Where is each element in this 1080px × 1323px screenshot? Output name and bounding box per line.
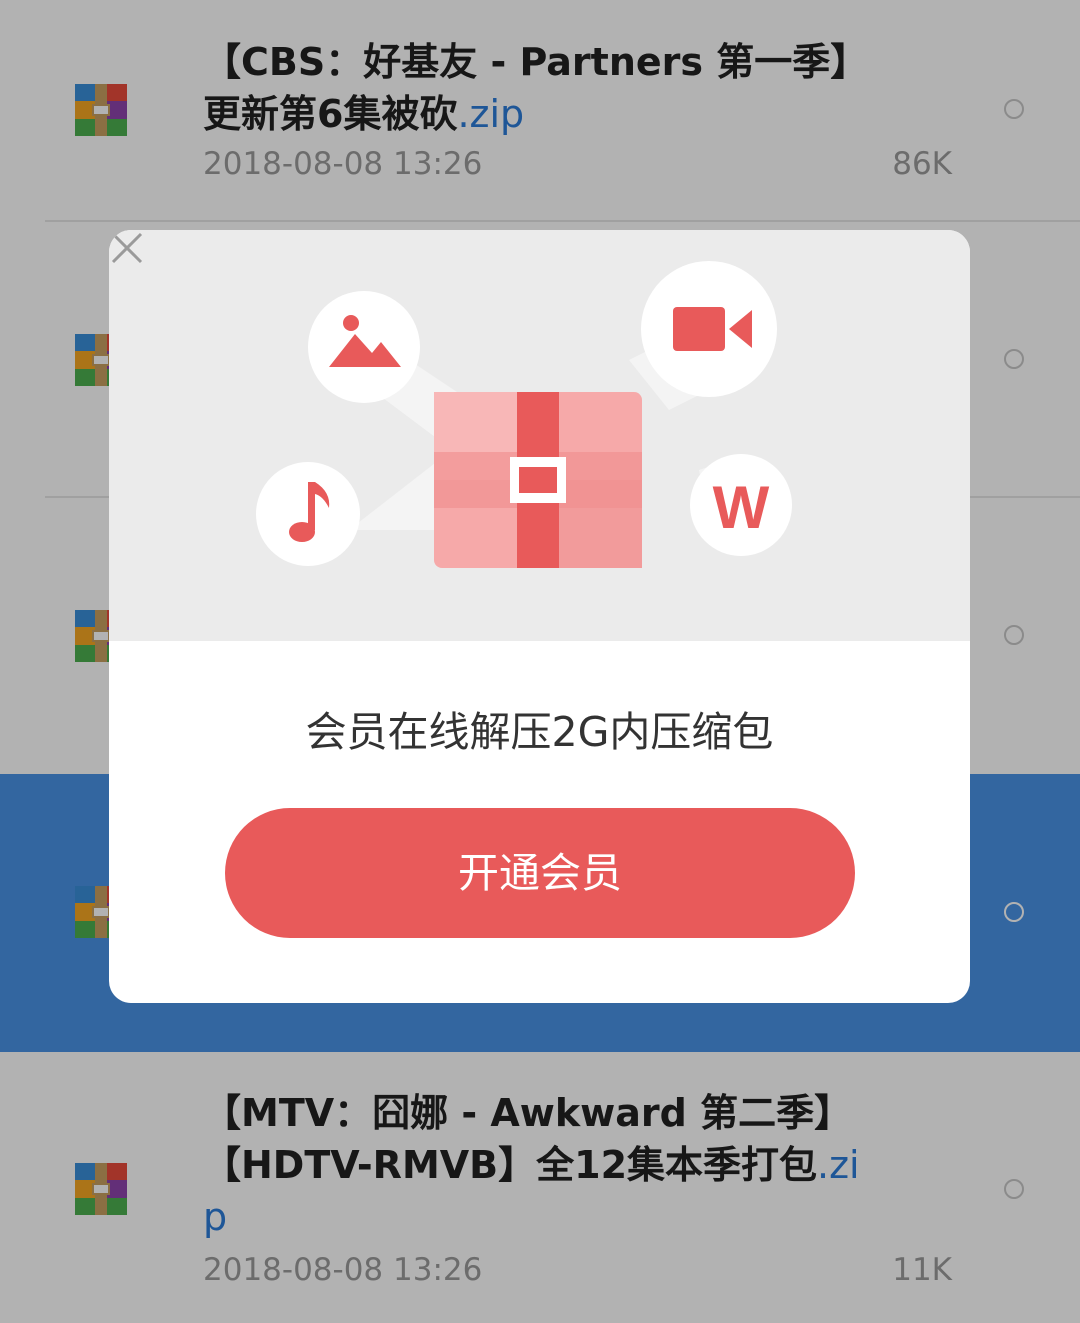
svg-text:W: W (713, 474, 770, 541)
activate-membership-button[interactable]: 开通会员 (225, 808, 855, 938)
archive-box-icon (434, 392, 642, 568)
light-beam (349, 460, 439, 530)
word-document-icon: W (690, 454, 792, 556)
video-camera-icon (641, 261, 777, 397)
music-note-icon (256, 462, 360, 566)
dialog-hero: W (109, 230, 970, 641)
membership-dialog: W 会员在线解压2G内压缩包 开通会员 (109, 230, 970, 1003)
hero-illustration: W (256, 261, 792, 568)
dialog-message: 会员在线解压2G内压缩包 (305, 708, 774, 756)
image-icon (308, 291, 420, 403)
close-icon[interactable] (109, 230, 145, 266)
